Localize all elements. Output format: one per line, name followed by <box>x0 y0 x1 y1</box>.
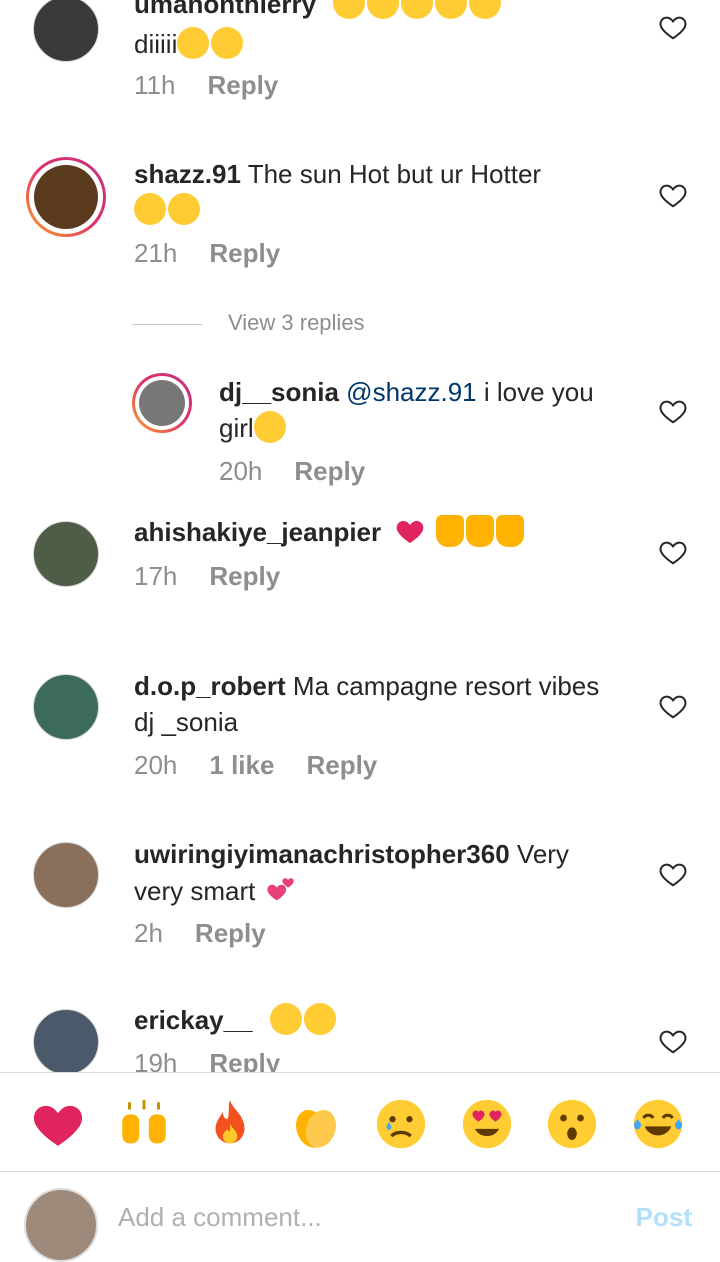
reply-button[interactable]: Reply <box>294 456 365 486</box>
comment-username[interactable]: dj__sonia <box>219 377 339 407</box>
comment-time: 21h <box>134 238 178 268</box>
comment-time: 11h <box>134 70 176 100</box>
heart-icon[interactable] <box>658 1026 688 1056</box>
clapping-hands-reaction-icon[interactable] <box>287 1095 345 1153</box>
comment-username[interactable]: uwiringiyimanachristopher360 <box>134 839 510 869</box>
reply-button[interactable]: Reply <box>209 238 280 268</box>
heart-icon[interactable] <box>658 396 688 426</box>
heart-icon[interactable] <box>658 12 688 42</box>
heart-eyes-emoji-icon <box>253 411 286 443</box>
laughing-emoji-icon <box>435 0 468 19</box>
sad-face-reaction-icon[interactable] <box>372 1095 430 1153</box>
comment-time: 20h <box>134 750 178 780</box>
comment-text: diiiii <box>134 29 178 59</box>
divider <box>132 323 202 325</box>
comment-username[interactable]: umanonthierry <box>134 0 316 19</box>
tears-of-joy-face-reaction-icon[interactable] <box>629 1095 687 1153</box>
reply-button[interactable]: Reply <box>195 918 266 948</box>
laughing-emoji-icon <box>401 0 434 19</box>
reply-button[interactable]: Reply <box>306 750 377 780</box>
avatar[interactable] <box>33 674 99 740</box>
comment-text: dj _sonia <box>134 707 239 737</box>
quick-reaction-bar <box>0 1072 720 1172</box>
raised-hands-reaction-icon[interactable] <box>115 1095 173 1153</box>
raised-hands-emoji-icon <box>465 515 494 547</box>
comment-username[interactable]: ahishakiye_jeanpier <box>134 517 381 547</box>
heart-eyes-emoji-icon <box>269 1003 302 1035</box>
comment-text: very smart <box>134 876 256 906</box>
two-hearts-emoji-icon <box>266 878 294 901</box>
avatar[interactable] <box>132 373 192 433</box>
current-user-avatar <box>24 1188 98 1262</box>
comment-text: girl <box>219 413 254 443</box>
comment-username[interactable]: shazz.91 <box>134 159 241 189</box>
comment-time: 2h <box>134 918 163 948</box>
reply-button[interactable]: Reply <box>209 561 280 591</box>
view-replies-button[interactable]: View 3 replies <box>132 310 365 336</box>
heart-icon[interactable] <box>658 537 688 567</box>
raised-hands-emoji-icon <box>435 515 464 547</box>
comment-time: 20h <box>219 456 263 486</box>
heart-eyes-face-reaction-icon[interactable] <box>458 1095 516 1153</box>
comment-text: Ma campagne resort vibes <box>292 671 600 701</box>
comment-time: 17h <box>134 561 178 591</box>
heart-eyes-emoji-icon <box>303 1003 336 1035</box>
avatar[interactable] <box>33 0 99 62</box>
red-heart-emoji-icon <box>397 521 424 543</box>
reply-button[interactable]: Reply <box>207 70 278 100</box>
laughing-emoji-icon <box>333 0 366 19</box>
comment-time: 19h <box>134 1048 178 1072</box>
comment-username[interactable]: erickay__ <box>134 1005 253 1035</box>
post-button[interactable]: Post <box>636 1202 692 1233</box>
heart-icon[interactable] <box>658 859 688 889</box>
comments-list: umanonthierry diiiii 11h Reply shazz.91 T… <box>0 0 720 1072</box>
comment-composer: Add a comment... Post <box>0 1172 720 1262</box>
red-heart-reaction-icon[interactable] <box>29 1095 87 1153</box>
view-replies-label: View 3 replies <box>228 310 365 335</box>
avatar[interactable] <box>33 1009 99 1072</box>
avatar[interactable] <box>33 521 99 587</box>
heart-eyes-emoji-icon <box>134 193 166 225</box>
laughing-emoji-icon <box>367 0 400 19</box>
comment-username[interactable]: d.o.p_robert <box>134 671 286 701</box>
comment-text: i love you <box>483 377 594 407</box>
raised-hands-emoji-icon <box>495 515 524 547</box>
smirk-emoji-icon <box>211 27 244 59</box>
emoji-row <box>333 0 503 19</box>
heart-icon[interactable] <box>658 691 688 721</box>
avatar[interactable] <box>26 157 106 237</box>
tears-of-joy-emoji-icon <box>168 193 200 225</box>
avatar[interactable] <box>33 842 99 908</box>
smirk-emoji-icon <box>177 27 210 59</box>
fire-reaction-icon[interactable] <box>201 1095 259 1153</box>
reply-button[interactable]: Reply <box>209 1048 280 1072</box>
heart-icon[interactable] <box>658 180 688 210</box>
comment-text: Very <box>516 839 569 869</box>
comment-text: The sun Hot but ur Hotter <box>247 159 542 189</box>
comment-input[interactable]: Add a comment... <box>118 1202 322 1233</box>
mention-link[interactable]: @shazz.91 <box>346 377 476 407</box>
likes-count[interactable]: 1 like <box>209 750 274 780</box>
surprised-face-reaction-icon[interactable] <box>543 1095 601 1153</box>
laughing-emoji-icon <box>469 0 502 19</box>
